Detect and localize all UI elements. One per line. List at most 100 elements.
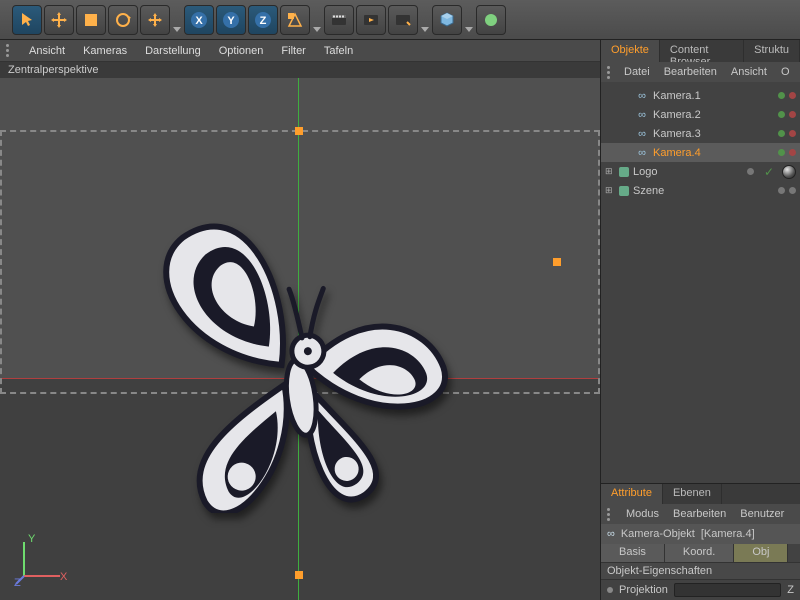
- camera-icon: [635, 109, 649, 121]
- tree-row-group[interactable]: Szene: [601, 181, 800, 200]
- subtab-object[interactable]: Obj: [734, 544, 788, 562]
- tool-move[interactable]: [44, 5, 74, 35]
- viewport-3d[interactable]: Y X Z: [0, 78, 600, 600]
- render-dot[interactable]: [789, 149, 796, 156]
- tool-dropdown-icon[interactable]: [464, 5, 474, 35]
- tool-dropdown-icon[interactable]: [420, 5, 430, 35]
- objects-panel-menubar: Datei Bearbeiten Ansicht O: [601, 62, 800, 82]
- drag-grip-icon[interactable]: [607, 66, 610, 79]
- tree-row-camera[interactable]: Kamera.2: [601, 105, 800, 124]
- drag-grip-icon[interactable]: [6, 44, 11, 57]
- tool-primitive[interactable]: [432, 5, 462, 35]
- visibility-dot[interactable]: [778, 130, 785, 137]
- attr-row: Projektion Z: [601, 580, 800, 600]
- camera-icon: [635, 90, 649, 102]
- frame-handle[interactable]: [295, 127, 303, 135]
- tool-rotate[interactable]: [108, 5, 138, 35]
- bullet-icon: [607, 587, 613, 593]
- tree-item-label: Kamera.1: [653, 90, 774, 102]
- tool-lastused[interactable]: [140, 5, 170, 35]
- tree-row-camera[interactable]: Kamera.3: [601, 124, 800, 143]
- attr-menu[interactable]: Bearbeiten: [673, 508, 726, 520]
- viewport-menu[interactable]: Filter: [281, 45, 305, 57]
- camera-icon: [635, 128, 649, 140]
- object-tree: Kamera.1 Kamera.2 Kamera.3 Kamera.4: [601, 82, 800, 204]
- viewport-menubar: Ansicht Kameras Darstellung Optionen Fil…: [0, 40, 600, 62]
- tool-render-settings[interactable]: [388, 5, 418, 35]
- subtab-coord[interactable]: Koord.: [665, 544, 734, 562]
- tree-item-label: Kamera.3: [653, 128, 774, 140]
- tool-coords[interactable]: [280, 5, 310, 35]
- material-tag-icon[interactable]: [782, 165, 796, 179]
- visibility-dot[interactable]: [778, 149, 785, 156]
- objects-menu[interactable]: O: [781, 66, 790, 78]
- tool-dropdown-icon[interactable]: [172, 5, 182, 35]
- render-dot[interactable]: [789, 92, 796, 99]
- viewport-menu[interactable]: Optionen: [219, 45, 264, 57]
- expand-icon[interactable]: [605, 166, 615, 177]
- tab-layers[interactable]: Ebenen: [663, 484, 722, 504]
- tab-objects[interactable]: Objekte: [601, 40, 660, 62]
- tree-row-camera[interactable]: Kamera.1: [601, 86, 800, 105]
- tool-render-pv[interactable]: [356, 5, 386, 35]
- world-axis-gizmo: Y X Z: [14, 530, 70, 586]
- objects-menu[interactable]: Ansicht: [731, 66, 767, 78]
- visibility-dot[interactable]: [747, 168, 754, 175]
- visibility-dot[interactable]: [778, 187, 785, 194]
- objects-menu[interactable]: Bearbeiten: [664, 66, 717, 78]
- tab-content-browser[interactable]: Content Browser: [660, 40, 744, 62]
- attributes-panel: Attribute Ebenen Modus Bearbeiten Benutz…: [601, 483, 800, 600]
- svg-text:Z: Z: [260, 15, 267, 27]
- visibility-dot[interactable]: [778, 92, 785, 99]
- svg-text:Y: Y: [227, 15, 235, 27]
- tool-select[interactable]: [12, 5, 42, 35]
- attr-row-suffix: Z: [787, 584, 794, 596]
- scene-object-logo[interactable]: [130, 193, 460, 513]
- tool-misc[interactable]: [476, 5, 506, 35]
- null-icon: [619, 167, 629, 177]
- frame-handle[interactable]: [295, 571, 303, 579]
- main-toolbar: X Y Z: [0, 0, 800, 40]
- viewport-menu[interactable]: Ansicht: [29, 45, 65, 57]
- attr-menu[interactable]: Benutzer: [740, 508, 784, 520]
- axis-z-toggle[interactable]: Z: [248, 5, 278, 35]
- tree-row-group[interactable]: Logo ✓: [601, 162, 800, 181]
- camera-icon: [635, 147, 649, 159]
- tool-render[interactable]: [324, 5, 354, 35]
- axis-x-toggle[interactable]: X: [184, 5, 214, 35]
- drag-grip-icon[interactable]: [607, 508, 612, 521]
- tree-item-label: Kamera.2: [653, 109, 774, 121]
- attr-section-header: Objekt-Eigenschaften: [601, 562, 800, 580]
- attr-title-type: Kamera-Objekt: [621, 528, 695, 540]
- render-dot[interactable]: [789, 187, 796, 194]
- svg-text:X: X: [195, 15, 203, 27]
- tree-item-label: Szene: [633, 185, 774, 197]
- objects-menu[interactable]: Datei: [624, 66, 650, 78]
- tab-structure[interactable]: Struktu: [744, 40, 800, 62]
- subtab-basis[interactable]: Basis: [601, 544, 665, 562]
- enable-tick-icon[interactable]: ✓: [764, 165, 774, 179]
- tool-dropdown-icon[interactable]: [312, 5, 322, 35]
- viewport-menu[interactable]: Tafeln: [324, 45, 353, 57]
- tool-scale[interactable]: [76, 5, 106, 35]
- viewport-menu[interactable]: Darstellung: [145, 45, 201, 57]
- axis-label-x: X: [60, 571, 68, 583]
- viewport-camera-label: Zentralperspektive: [0, 62, 600, 78]
- visibility-dot[interactable]: [778, 111, 785, 118]
- attr-subtabs: Basis Koord. Obj: [601, 544, 800, 562]
- attr-object-title: Kamera-Objekt [Kamera.4]: [601, 524, 800, 544]
- render-dot[interactable]: [789, 111, 796, 118]
- frame-handle[interactable]: [553, 258, 561, 266]
- tree-row-camera[interactable]: Kamera.4: [601, 143, 800, 162]
- attr-menu[interactable]: Modus: [626, 508, 659, 520]
- render-dot[interactable]: [789, 130, 796, 137]
- axis-y-toggle[interactable]: Y: [216, 5, 246, 35]
- viewport-menu[interactable]: Kameras: [83, 45, 127, 57]
- attr-section-label: Objekt-Eigenschaften: [607, 565, 712, 577]
- attr-title-name: [Kamera.4]: [701, 528, 755, 540]
- attr-dropdown[interactable]: [674, 583, 781, 597]
- axis-label-y: Y: [28, 533, 36, 545]
- tree-item-label: Kamera.4: [653, 147, 774, 159]
- expand-icon[interactable]: [605, 185, 615, 196]
- tab-attribute[interactable]: Attribute: [601, 484, 663, 504]
